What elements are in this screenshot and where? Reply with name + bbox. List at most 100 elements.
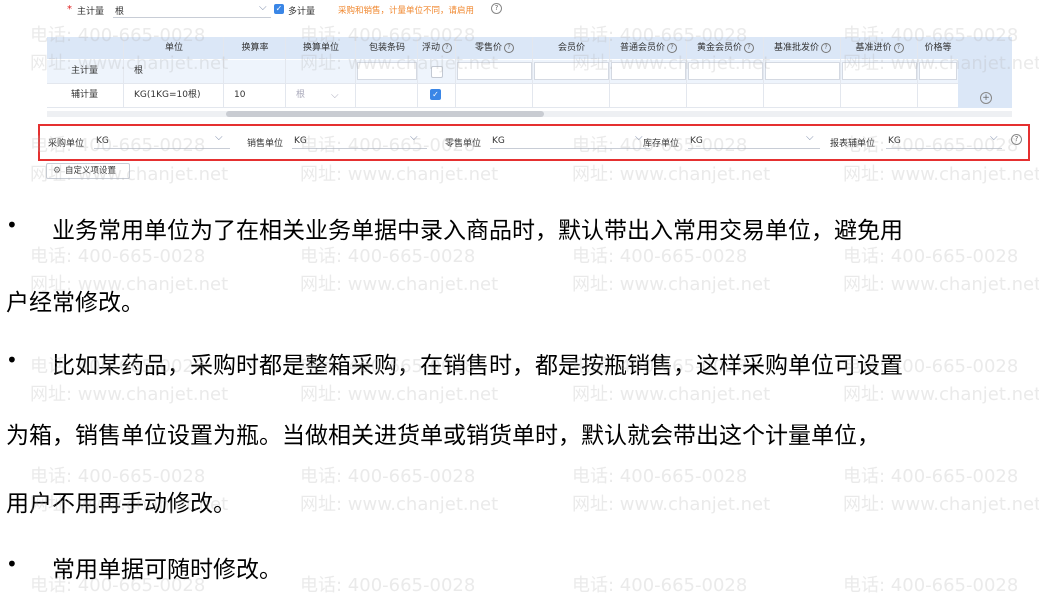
- help-icon[interactable]: ?: [1011, 134, 1022, 145]
- col-divider: [532, 37, 533, 108]
- col-header-normal-member-text: 普通会员价: [619, 43, 665, 53]
- common-units-bar: 采购单位 KG ⌵ 销售单位 KG ⌵ 零售单位 KG ⌵ 库存单位 KG ⌵ …: [38, 124, 1030, 161]
- col-header-price-level: 价格等: [924, 43, 952, 53]
- price-level-input[interactable]: [919, 62, 957, 80]
- base-wholesale-input[interactable]: [765, 62, 840, 80]
- col-header-unit: 单位: [164, 43, 183, 53]
- watermark-site: 网址: www.chanjet.net: [300, 494, 499, 515]
- main-unit-underline: [113, 17, 271, 18]
- table-row: 辅计量 KG(1KG=10根) 10 根 ⌵ ✓: [47, 84, 1012, 108]
- member-price-input[interactable]: [534, 62, 609, 80]
- col-header-base-wholesale: 基准批发价?: [764, 37, 841, 59]
- col-header-gold-member-text: 黄金会员价: [696, 43, 742, 53]
- watermark-phone: 电话: 400-665-0028: [843, 246, 1019, 267]
- chevron-down-icon[interactable]: ⌵: [635, 132, 643, 143]
- chevron-down-icon[interactable]: ⌵: [990, 132, 998, 143]
- watermark-site: 网址: www.chanjet.net: [572, 274, 771, 295]
- col-header-base-wholesale-text: 基准批发价: [773, 43, 819, 53]
- custom-fields-label: 自定义项设置: [65, 166, 117, 176]
- rate-input[interactable]: 10: [234, 84, 245, 107]
- custom-fields-button[interactable]: ⚙ 自定义项设置: [46, 163, 130, 179]
- stock-unit-underline: [688, 148, 820, 149]
- watermark-site: 网址: www.chanjet.net: [300, 384, 499, 405]
- help-icon[interactable]: ?: [744, 42, 754, 53]
- main-unit-select[interactable]: 根: [115, 4, 124, 17]
- bullet-2: •: [6, 348, 18, 372]
- stock-unit-select[interactable]: KG: [690, 136, 703, 146]
- float-checkbox[interactable]: [431, 66, 443, 78]
- col-header-float: 浮动?: [418, 37, 456, 59]
- watermark-site: 网址: www.chanjet.net: [843, 164, 1039, 185]
- help-icon[interactable]: ?: [821, 42, 831, 53]
- col-divider: [417, 37, 418, 108]
- bullet-3: •: [6, 552, 18, 576]
- paragraph-1-line-1: 业务常用单位为了在相关业务单据中录入商品时，默认带出入常用交易单位，避免用: [52, 218, 903, 244]
- col-divider: [840, 37, 841, 108]
- table-header: 单位 换算率 换算单位 包装条码 浮动? 零售价? 会员价 普通会员价? 黄金会…: [47, 37, 1012, 59]
- retail-price-input[interactable]: [457, 62, 532, 80]
- watermark-site: 网址: www.chanjet.net: [843, 384, 1039, 405]
- report-unit-select[interactable]: KG: [888, 136, 901, 146]
- col-header-rate: 换算率: [241, 43, 269, 53]
- help-icon[interactable]: ?: [491, 3, 502, 14]
- table-row: 主计量 根: [47, 60, 1012, 84]
- gear-icon: ⚙: [53, 166, 62, 176]
- col-divider: [763, 37, 764, 108]
- paragraph-3-line-1: 常用单据可随时修改。: [52, 557, 282, 583]
- watermark-site: 网址: www.chanjet.net: [572, 494, 771, 515]
- purchase-unit-select[interactable]: KG: [96, 136, 109, 146]
- float-checkbox[interactable]: ✓: [430, 89, 441, 100]
- retail-unit-underline: [490, 148, 650, 149]
- chevron-down-icon[interactable]: ⌵: [806, 132, 814, 143]
- sales-unit-underline: [292, 148, 427, 149]
- watermark-site: 网址: www.chanjet.net: [843, 494, 1039, 515]
- row-type: 主计量: [71, 66, 99, 76]
- watermark-phone: 电话: 400-665-0028: [843, 466, 1019, 487]
- col-header-base-purchase-text: 基准进价: [855, 43, 892, 53]
- col-divider: [686, 37, 687, 108]
- watermark-site: 网址: www.chanjet.net: [843, 274, 1039, 295]
- help-icon[interactable]: ?: [504, 42, 514, 53]
- multi-unit-label: 多计量: [288, 7, 316, 17]
- normal-member-price-input[interactable]: [611, 62, 686, 80]
- purchase-unit-label: 采购单位: [48, 139, 85, 149]
- chevron-down-icon[interactable]: ⌵: [331, 84, 339, 107]
- required-mark: *: [67, 4, 72, 15]
- help-icon[interactable]: ?: [667, 42, 677, 53]
- paragraph-2-line-3: 用户不用再手动修改。: [6, 491, 236, 517]
- retail-unit-label: 零售单位: [445, 139, 482, 149]
- col-divider: [123, 37, 124, 108]
- conv-unit-select[interactable]: 根: [296, 84, 305, 107]
- watermark-phone: 电话: 400-665-0028: [572, 466, 748, 487]
- gold-member-price-input[interactable]: [688, 62, 763, 80]
- sales-unit-select[interactable]: KG: [294, 136, 307, 146]
- col-header-barcode: 包装条码: [368, 43, 405, 53]
- col-header-retail-text: 零售价: [474, 43, 502, 53]
- chevron-down-icon[interactable]: ⌵: [259, 2, 267, 13]
- watermark-phone: 电话: 400-665-0028: [572, 246, 748, 267]
- col-header-gold-member: 黄金会员价?: [687, 37, 764, 59]
- watermark-site: 网址: www.chanjet.net: [300, 164, 499, 185]
- sales-unit-label: 销售单位: [247, 139, 284, 149]
- col-header-normal-member: 普通会员价?: [610, 37, 687, 59]
- help-icon[interactable]: ?: [442, 42, 452, 53]
- watermark-site: 网址: www.chanjet.net: [30, 384, 229, 405]
- add-row-icon[interactable]: +: [980, 92, 992, 104]
- col-divider: [355, 37, 356, 108]
- paragraph-1-line-2: 户经常修改。: [6, 290, 144, 316]
- base-purchase-input[interactable]: [842, 62, 917, 80]
- col-divider: [223, 37, 224, 108]
- watermark-phone: 电话: 400-665-0028: [300, 466, 476, 487]
- watermark-phone: 电话: 400-665-0028: [300, 575, 476, 596]
- chevron-down-icon[interactable]: ⌵: [215, 132, 223, 143]
- ops-column: +: [958, 37, 1012, 108]
- chevron-down-icon[interactable]: ⌵: [410, 132, 418, 143]
- horizontal-scrollbar[interactable]: [226, 111, 544, 117]
- col-header-float-text: 浮动: [421, 43, 440, 53]
- multi-unit-checkbox[interactable]: ✓: [274, 4, 284, 14]
- help-icon[interactable]: ?: [893, 42, 904, 53]
- barcode-input[interactable]: [357, 62, 417, 80]
- watermark-site: 网址: www.chanjet.net: [300, 274, 499, 295]
- retail-unit-select[interactable]: KG: [492, 136, 505, 146]
- watermark-site: 网址: www.chanjet.net: [572, 384, 771, 405]
